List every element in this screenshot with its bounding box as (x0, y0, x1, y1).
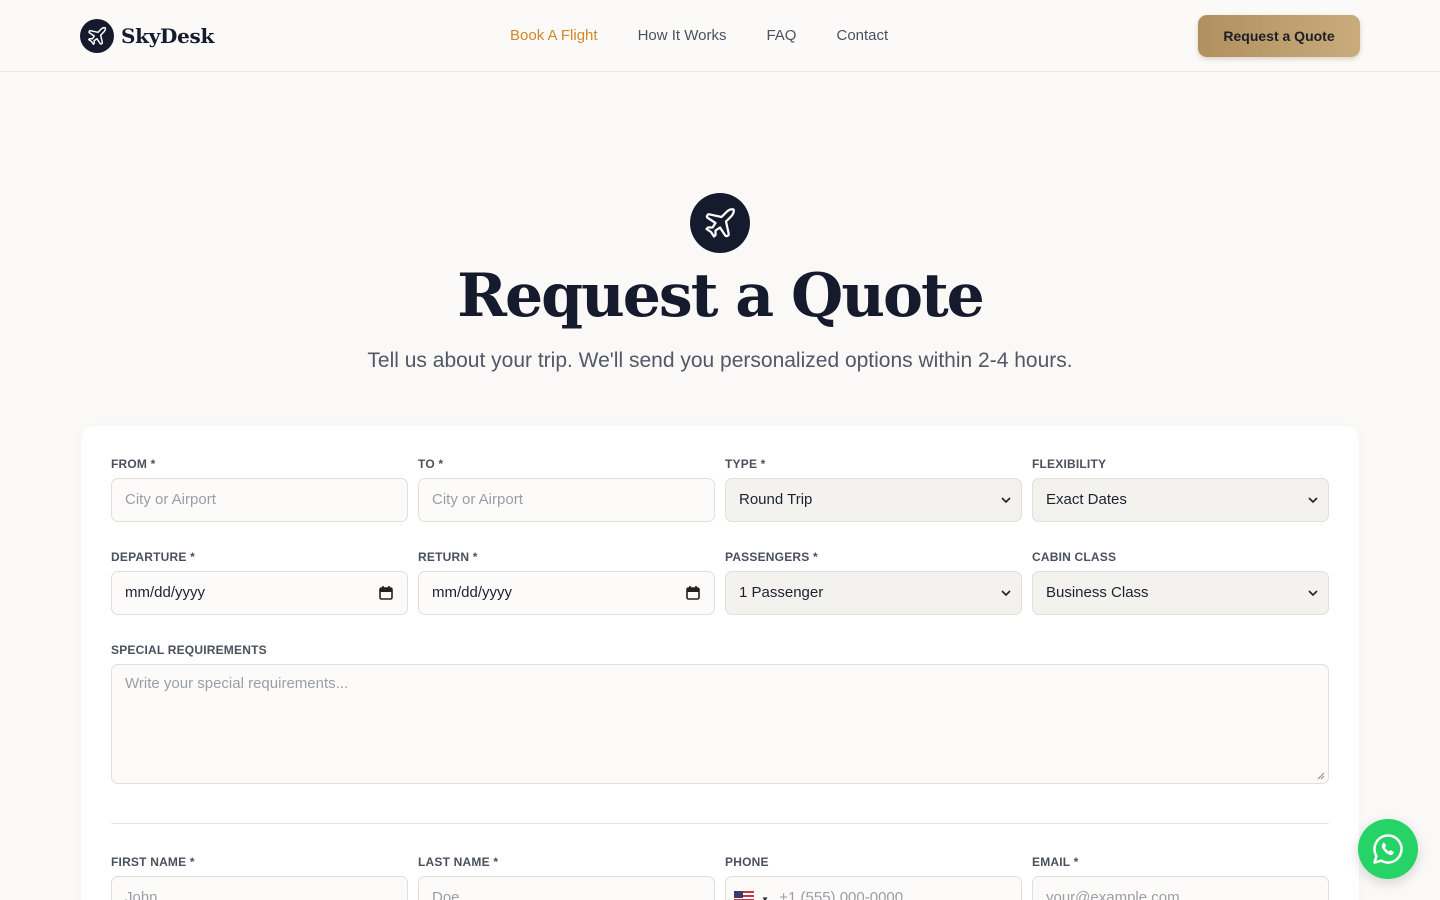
cabin-class-value: Business Class (1046, 584, 1149, 601)
to-field: TO * City or Airport (418, 457, 715, 522)
last-name-field: LAST NAME * Doe (418, 855, 715, 900)
special-requirements-textarea[interactable]: Write your special requirements... (111, 664, 1329, 784)
chevron-down-icon (1001, 497, 1011, 504)
site-header: SkyDesk Book A Flight How It Works FAQ C… (0, 0, 1440, 72)
page-subtitle: Tell us about your trip. We'll send you … (367, 349, 1073, 372)
phone-field: PHONE ▼ +1 (555) 000-0000 (725, 855, 1022, 900)
departure-value: mm/dd/yyyy (125, 584, 206, 601)
phone-label: PHONE (725, 855, 769, 869)
plane-icon (690, 193, 750, 253)
passengers-label: PASSENGERS * (725, 550, 818, 564)
flexibility-field: FLEXIBILITY Exact Dates (1032, 457, 1329, 522)
type-field: TYPE * Round Trip (725, 457, 1022, 522)
passengers-value: 1 Passenger (739, 584, 824, 601)
flexibility-select[interactable]: Exact Dates (1032, 478, 1329, 522)
passengers-field: PASSENGERS * 1 Passenger (725, 550, 1022, 615)
from-field: FROM * City or Airport (111, 457, 408, 522)
passengers-select[interactable]: 1 Passenger (725, 571, 1022, 615)
nav-faq[interactable]: FAQ (766, 26, 796, 46)
return-field: RETURN * mm/dd/yyyy (418, 550, 715, 615)
special-requirements-field: SPECIAL REQUIREMENTS Write your special … (111, 643, 1329, 784)
brand-logo[interactable]: SkyDesk (80, 18, 214, 54)
to-label: TO * (418, 457, 444, 471)
phone-input[interactable]: ▼ +1 (555) 000-0000 (725, 876, 1022, 900)
caret-down-icon[interactable]: ▼ (761, 895, 769, 900)
from-label: FROM * (111, 457, 156, 471)
return-label: RETURN * (418, 550, 478, 564)
calendar-icon[interactable] (379, 585, 393, 601)
nav-contact[interactable]: Contact (836, 26, 888, 46)
email-label: EMAIL * (1032, 855, 1079, 869)
flexibility-label: FLEXIBILITY (1032, 457, 1107, 471)
cabin-class-select[interactable]: Business Class (1032, 571, 1329, 615)
return-value: mm/dd/yyyy (432, 584, 513, 601)
resize-handle-icon[interactable] (1317, 772, 1325, 780)
special-requirements-placeholder: Write your special requirements... (125, 675, 349, 692)
from-input[interactable]: City or Airport (111, 478, 408, 522)
plane-icon (80, 19, 114, 53)
type-label: TYPE * (725, 457, 766, 471)
cabin-class-label: CABIN CLASS (1032, 550, 1117, 564)
chevron-down-icon (1001, 590, 1011, 597)
nav-how-it-works[interactable]: How It Works (638, 26, 727, 46)
email-field: EMAIL * your@example.com (1032, 855, 1329, 900)
first-name-field: FIRST NAME * John (111, 855, 408, 900)
page-title: Request a Quote (457, 261, 985, 331)
departure-label: DEPARTURE * (111, 550, 195, 564)
main-nav: Book A Flight How It Works FAQ Contact (510, 26, 928, 46)
chevron-down-icon (1308, 590, 1318, 597)
calendar-icon[interactable] (686, 585, 700, 601)
special-requirements-label: SPECIAL REQUIREMENTS (111, 643, 267, 657)
to-input[interactable]: City or Airport (418, 478, 715, 522)
email-input[interactable]: your@example.com (1032, 876, 1329, 900)
whatsapp-button[interactable] (1358, 819, 1418, 879)
request-quote-button[interactable]: Request a Quote (1198, 15, 1360, 57)
departure-date-input[interactable]: mm/dd/yyyy (111, 571, 408, 615)
departure-field: DEPARTURE * mm/dd/yyyy (111, 550, 408, 615)
us-flag-icon[interactable] (734, 891, 754, 900)
first-name-label: FIRST NAME * (111, 855, 195, 869)
cabin-class-field: CABIN CLASS Business Class (1032, 550, 1329, 615)
first-name-input[interactable]: John (111, 876, 408, 900)
chevron-down-icon (1308, 497, 1318, 504)
last-name-input[interactable]: Doe (418, 876, 715, 900)
flexibility-value: Exact Dates (1046, 491, 1127, 508)
type-value: Round Trip (739, 491, 813, 508)
quote-form-card: FROM * City or Airport TO * City or Airp… (81, 426, 1359, 900)
nav-book-a-flight[interactable]: Book A Flight (510, 26, 598, 46)
brand-name: SkyDesk (121, 24, 215, 48)
phone-placeholder: +1 (555) 000-0000 (779, 889, 904, 900)
whatsapp-icon (1373, 834, 1403, 864)
last-name-label: LAST NAME * (418, 855, 499, 869)
return-date-input[interactable]: mm/dd/yyyy (418, 571, 715, 615)
type-select[interactable]: Round Trip (725, 478, 1022, 522)
section-divider (111, 823, 1329, 824)
